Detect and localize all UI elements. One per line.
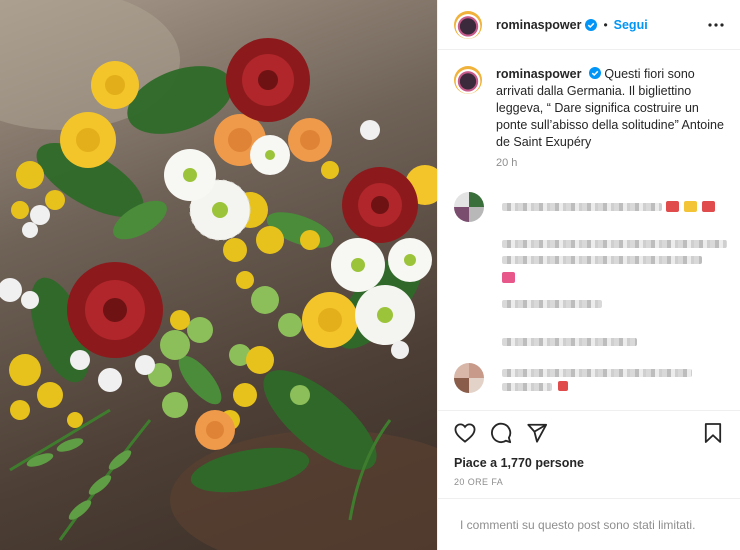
obscured-emoji	[666, 201, 679, 212]
post-side-panel: rominaspower • Segui rominaspower Questi…	[437, 0, 740, 550]
caption-avatar[interactable]	[454, 66, 482, 94]
obscured-text-line	[502, 338, 637, 346]
obscured-comment	[454, 363, 724, 399]
more-options-button[interactable]	[704, 13, 728, 37]
save-button[interactable]	[700, 420, 726, 446]
post-actions-bar	[438, 410, 740, 454]
verified-badge-icon	[588, 67, 601, 79]
like-button[interactable]	[452, 420, 478, 446]
obscured-text-line	[502, 369, 692, 377]
share-button[interactable]	[524, 420, 550, 446]
obscured-comment	[454, 192, 727, 312]
avatar[interactable]	[454, 10, 482, 39]
more-options-icon	[708, 22, 724, 27]
obscured-text-line	[502, 240, 727, 248]
post-header: rominaspower • Segui	[438, 0, 740, 50]
obscured-emoji	[558, 381, 568, 391]
flower-bouquet-image	[0, 0, 437, 550]
obscured-text-line	[502, 300, 602, 308]
heart-icon	[454, 422, 476, 443]
comment-button[interactable]	[488, 420, 514, 446]
instagram-post: rominaspower • Segui rominaspower Questi…	[0, 0, 740, 550]
username-link[interactable]: rominaspower	[496, 18, 581, 32]
caption-time: 20 h	[496, 157, 518, 169]
follow-button[interactable]: Segui	[614, 18, 648, 32]
comment-icon	[491, 422, 512, 443]
obscured-avatar	[454, 192, 484, 222]
comments-section: rominaspower Questi fiori sono arrivati …	[438, 50, 740, 410]
obscured-emoji	[684, 201, 697, 212]
post-timestamp: 20 ORE FA	[454, 477, 504, 487]
verified-badge-icon	[585, 18, 598, 31]
post-caption: rominaspower Questi fiori sono arrivati …	[454, 66, 724, 169]
obscured-text-line	[502, 383, 552, 391]
obscured-avatar	[454, 363, 484, 393]
obscured-emoji	[702, 201, 715, 212]
separator-dot: •	[603, 17, 608, 32]
bookmark-icon	[704, 422, 722, 443]
caption-text: rominaspower Questi fiori sono arrivati …	[496, 66, 724, 151]
likes-count[interactable]: Piace a 1,770 persone	[438, 454, 740, 472]
obscured-text-line	[502, 203, 662, 211]
send-icon	[527, 423, 548, 443]
comments-limited-notice: I commenti su questo post sono stati lim…	[438, 498, 740, 550]
caption-username[interactable]: rominaspower	[496, 67, 581, 81]
post-photo[interactable]	[0, 0, 437, 550]
obscured-text-line	[502, 256, 702, 264]
obscured-emoji	[502, 272, 515, 283]
